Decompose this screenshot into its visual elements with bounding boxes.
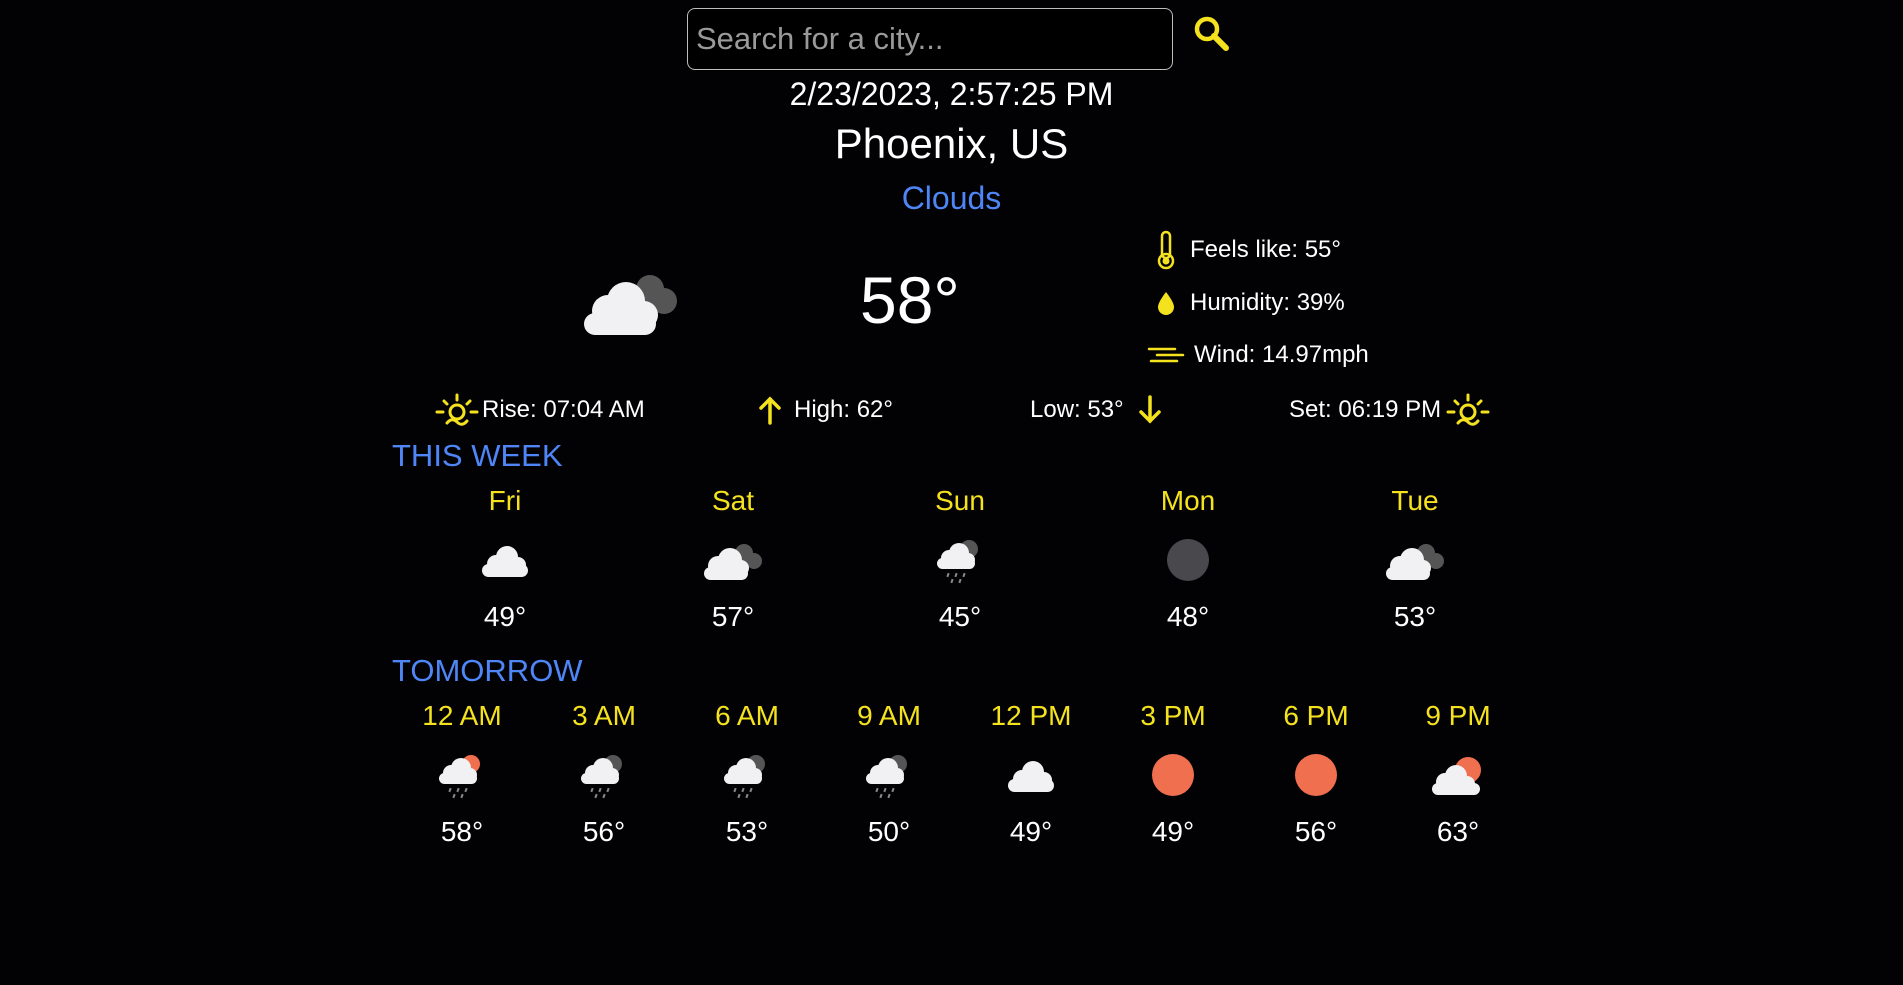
forecast-item: 6 AM 53° <box>677 700 817 848</box>
forecast-item: 9 PM 63° <box>1388 700 1528 848</box>
forecast-label: 3 AM <box>572 700 636 731</box>
wind-icon <box>1146 335 1186 375</box>
forecast-temp: 57° <box>711 601 755 632</box>
forecast-item: Tue 53° <box>1345 485 1485 633</box>
forecast-label: Sun <box>935 485 985 516</box>
forecast-item: 3 PM 49° <box>1103 700 1243 848</box>
sun-icon <box>1103 740 1243 810</box>
sunrise-row: Rise: 07:04 AM <box>434 390 645 430</box>
forecast-item: 6 PM 56° <box>1246 700 1386 848</box>
feels-like-text: Feels like: 55° <box>1190 236 1341 263</box>
sunset-text: Set: 06:19 PM <box>1289 396 1442 423</box>
week-section-title: THIS WEEK <box>392 438 563 473</box>
forecast-item: Sat 57° <box>663 485 803 633</box>
sunrise-text: Rise: 07:04 AM <box>482 396 645 423</box>
forecast-temp: 50° <box>867 816 911 847</box>
sunrise-icon <box>434 390 480 430</box>
forecast-label: 12 AM <box>422 700 502 731</box>
forecast-label: Tue <box>1391 485 1439 516</box>
forecast-temp: 53° <box>1393 601 1437 632</box>
cloudy-icon <box>663 525 803 595</box>
current-temperature: 58° <box>860 263 960 337</box>
cloud-icon <box>435 525 575 595</box>
search-icon[interactable] <box>1190 12 1234 56</box>
wind-text: Wind: 14.97mph <box>1194 341 1369 368</box>
forecast-temp: 49° <box>1009 816 1053 847</box>
forecast-label: 6 AM <box>715 700 779 731</box>
high-text: High: 62° <box>794 396 893 423</box>
current-datetime: 2/23/2023, 2:57:25 PM <box>789 76 1114 112</box>
forecast-label: Mon <box>1160 485 1216 516</box>
forecast-temp: 53° <box>725 816 769 847</box>
forecast-temp: 49° <box>1151 816 1195 847</box>
rain-cloud-icon <box>819 740 959 810</box>
search-input[interactable] <box>687 8 1173 70</box>
humidity-text: Humidity: 39% <box>1190 289 1345 316</box>
forecast-item: 12 PM 49° <box>961 700 1101 848</box>
sunset-icon <box>1445 390 1491 430</box>
forecast-temp: 48° <box>1166 601 1210 632</box>
cloudy-icon <box>1345 525 1485 595</box>
wind-row: Wind: 14.97mph <box>1146 335 1369 375</box>
forecast-temp: 45° <box>938 601 982 632</box>
rain-cloud-icon <box>534 740 674 810</box>
low-text: Low: 53° <box>1030 396 1124 423</box>
forecast-item: Sun 45° <box>890 485 1030 633</box>
tomorrow-section-title: TOMORROW <box>392 653 583 688</box>
rain-sun-cloud-icon <box>392 740 532 810</box>
forecast-label: Sat <box>711 485 755 516</box>
sunset-row: Set: 06:19 PM <box>1289 390 1499 430</box>
humidity-row: Humidity: 39% <box>1150 283 1345 323</box>
forecast-label: 12 PM <box>990 700 1072 731</box>
thermometer-icon <box>1150 230 1182 270</box>
rain-cloud-icon <box>677 740 817 810</box>
feels-like-row: Feels like: 55° <box>1150 230 1341 270</box>
forecast-temp: 58° <box>440 816 484 847</box>
low-row: Low: 53° <box>1030 390 1174 430</box>
forecast-label: 9 PM <box>1425 700 1491 731</box>
forecast-label: 3 PM <box>1140 700 1206 731</box>
overcast-icon <box>1118 525 1258 595</box>
forecast-item: Fri 49° <box>435 485 575 633</box>
forecast-label: 6 PM <box>1283 700 1349 731</box>
sun-cloud-icon <box>1388 740 1528 810</box>
arrow-up-icon <box>754 390 786 430</box>
forecast-item: 12 AM 58° <box>392 700 532 848</box>
forecast-item: Mon 48° <box>1118 485 1258 633</box>
forecast-temp: 56° <box>1294 816 1338 847</box>
high-row: High: 62° <box>754 390 893 430</box>
city-name: Phoenix, US <box>834 120 1069 167</box>
forecast-label: 9 AM <box>857 700 921 731</box>
droplet-icon <box>1150 283 1182 323</box>
cloudy-icon <box>580 265 684 342</box>
forecast-temp: 49° <box>483 601 527 632</box>
arrow-down-icon <box>1134 390 1166 430</box>
sun-icon <box>1246 740 1386 810</box>
forecast-temp: 63° <box>1436 816 1480 847</box>
forecast-label: Fri <box>488 485 522 516</box>
forecast-temp: 56° <box>582 816 626 847</box>
rain-cloud-icon <box>890 525 1030 595</box>
forecast-item: 3 AM 56° <box>534 700 674 848</box>
cloud-icon <box>961 740 1101 810</box>
weather-condition: Clouds <box>901 180 1002 216</box>
forecast-item: 9 AM 50° <box>819 700 959 848</box>
